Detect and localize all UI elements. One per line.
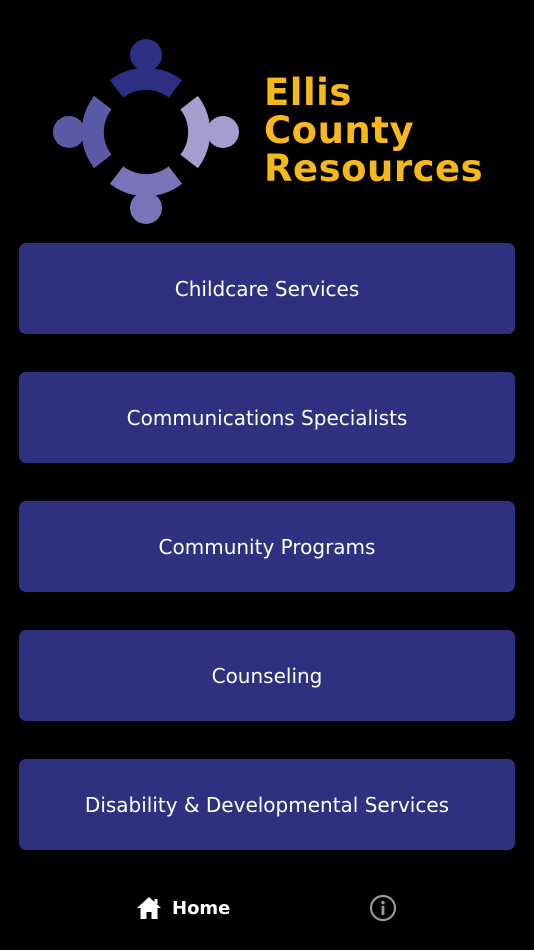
category-menu: Childcare Services Communications Specia… — [19, 243, 515, 888]
app-header: Ellis County Resources — [0, 0, 534, 235]
communications-specialists-button[interactable]: Communications Specialists — [19, 372, 515, 463]
logo-head-bottom — [130, 192, 162, 224]
bottom-tab-bar: Home — [0, 870, 534, 950]
logo-ring-top — [109, 67, 183, 98]
logo-ring-right — [180, 95, 211, 169]
logo-wordmark: Ellis County Resources — [264, 74, 524, 188]
logo-head-right — [207, 116, 239, 148]
disability-developmental-services-button[interactable]: Disability & Developmental Services — [19, 759, 515, 850]
logo-line-2: County — [264, 109, 415, 152]
community-programs-button[interactable]: Community Programs — [19, 501, 515, 592]
info-icon[interactable] — [369, 894, 397, 922]
logo-head-top — [130, 39, 162, 71]
tab-home-label: Home — [172, 897, 231, 919]
home-icon — [137, 897, 161, 919]
counseling-button[interactable]: Counseling — [19, 630, 515, 721]
logo-ring-bottom — [109, 166, 183, 197]
childcare-services-button[interactable]: Childcare Services — [19, 243, 515, 334]
logo-ring-left — [81, 95, 112, 169]
logo-line-3: Resources — [264, 147, 484, 190]
logo-line-1: Ellis — [264, 71, 352, 114]
logo-head-left — [53, 116, 85, 148]
tab-home[interactable]: Home — [136, 894, 230, 922]
logo-people-circle-icon — [53, 39, 239, 224]
